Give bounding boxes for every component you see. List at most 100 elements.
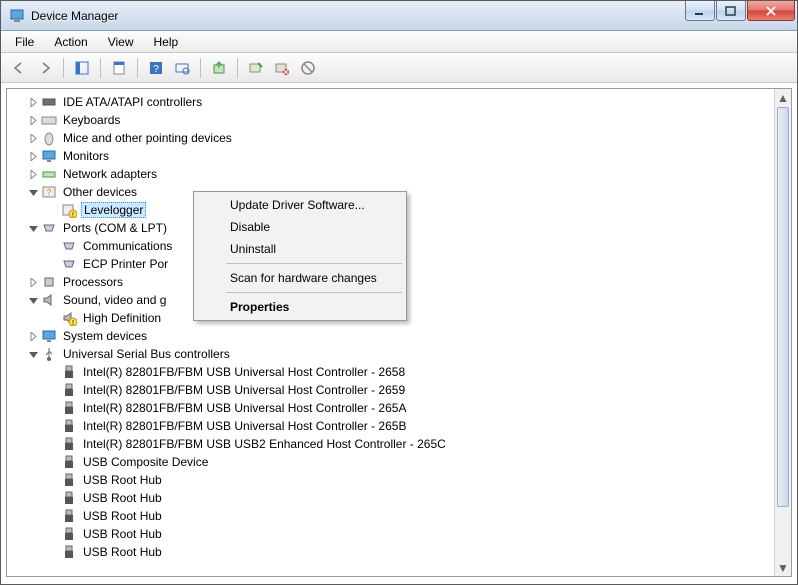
tree-node-ide[interactable]: IDE ATA/ATAPI controllers — [7, 93, 773, 111]
tree-label: Network adapters — [61, 167, 159, 181]
tree-label: Levelogger — [81, 202, 146, 218]
tree-label: USB Root Hub — [81, 509, 164, 523]
port-icon — [61, 238, 77, 254]
maximize-button[interactable] — [716, 1, 746, 21]
tree-label: Communications — [81, 239, 174, 253]
tree-label: IDE ATA/ATAPI controllers — [61, 95, 204, 109]
svg-text:!: ! — [72, 212, 74, 218]
enable-button[interactable] — [244, 56, 268, 80]
content-frame: IDE ATA/ATAPI controllers Keyboards Mice… — [6, 88, 792, 577]
expander-icon[interactable] — [27, 150, 39, 162]
uninstall-button[interactable] — [270, 56, 294, 80]
expander-expanded-icon[interactable] — [27, 348, 39, 360]
tree-label: ECP Printer Por — [81, 257, 170, 271]
expander-expanded-icon[interactable] — [27, 222, 39, 234]
other-devices-icon: ? — [41, 184, 57, 200]
tree-node-usb-child[interactable]: Intel(R) 82801FB/FBM USB Universal Host … — [7, 363, 773, 381]
tree-label: Mice and other pointing devices — [61, 131, 234, 145]
tree-label: USB Root Hub — [81, 473, 164, 487]
tree-label: USB Composite Device — [81, 455, 210, 469]
tree-node-usb-child[interactable]: USB Root Hub — [7, 543, 773, 561]
tree-label: USB Root Hub — [81, 527, 164, 541]
tree-node-usb[interactable]: Universal Serial Bus controllers — [7, 345, 773, 363]
update-driver-button[interactable] — [207, 56, 231, 80]
context-separator — [226, 263, 402, 264]
vertical-scrollbar[interactable]: ▲ ▼ — [774, 89, 791, 576]
usb-device-icon — [61, 490, 77, 506]
device-tree[interactable]: IDE ATA/ATAPI controllers Keyboards Mice… — [7, 89, 773, 576]
tree-label: Processors — [61, 275, 125, 289]
controller-icon — [41, 94, 57, 110]
tree-label: Intel(R) 82801FB/FBM USB Universal Host … — [81, 383, 407, 397]
context-disable[interactable]: Disable — [196, 216, 404, 238]
context-separator — [226, 292, 402, 293]
usb-device-icon — [61, 526, 77, 542]
minimize-button[interactable] — [685, 1, 715, 21]
tree-node-network[interactable]: Network adapters — [7, 165, 773, 183]
back-button[interactable] — [7, 56, 31, 80]
tree-node-usb-child[interactable]: Intel(R) 82801FB/FBM USB USB2 Enhanced H… — [7, 435, 773, 453]
tree-node-keyboards[interactable]: Keyboards — [7, 111, 773, 129]
usb-device-icon — [61, 454, 77, 470]
tree-label: High Definition — [81, 311, 163, 325]
expander-expanded-icon[interactable] — [27, 186, 39, 198]
processor-icon — [41, 274, 57, 290]
tree-node-usb-child[interactable]: Intel(R) 82801FB/FBM USB Universal Host … — [7, 399, 773, 417]
menu-view[interactable]: View — [98, 33, 144, 51]
expander-icon[interactable] — [27, 168, 39, 180]
svg-text:!: ! — [72, 320, 74, 326]
tree-node-usb-child[interactable]: Intel(R) 82801FB/FBM USB Universal Host … — [7, 417, 773, 435]
svg-text:?: ? — [153, 64, 159, 75]
tree-node-usb-child[interactable]: USB Root Hub — [7, 471, 773, 489]
expander-icon[interactable] — [27, 276, 39, 288]
menu-file[interactable]: File — [5, 33, 44, 51]
expander-icon[interactable] — [27, 114, 39, 126]
scan-hardware-button[interactable] — [170, 56, 194, 80]
keyboard-icon — [41, 112, 57, 128]
tree-label: Intel(R) 82801FB/FBM USB Universal Host … — [81, 419, 408, 433]
scroll-thumb[interactable] — [777, 107, 789, 507]
context-update-driver[interactable]: Update Driver Software... — [196, 194, 404, 216]
forward-button[interactable] — [33, 56, 57, 80]
menu-help[interactable]: Help — [144, 33, 189, 51]
help-button[interactable]: ? — [144, 56, 168, 80]
usb-device-icon — [61, 364, 77, 380]
tree-label: USB Root Hub — [81, 491, 164, 505]
tree-node-mice[interactable]: Mice and other pointing devices — [7, 129, 773, 147]
tree-node-usb-child[interactable]: USB Root Hub — [7, 489, 773, 507]
usb-device-icon — [61, 508, 77, 524]
usb-device-icon — [61, 400, 77, 416]
svg-text:?: ? — [47, 188, 52, 197]
tree-node-usb-child[interactable]: USB Composite Device — [7, 453, 773, 471]
tree-label: Universal Serial Bus controllers — [61, 347, 232, 361]
expander-icon[interactable] — [27, 96, 39, 108]
tree-node-usb-child[interactable]: Intel(R) 82801FB/FBM USB Universal Host … — [7, 381, 773, 399]
properties-button[interactable] — [107, 56, 131, 80]
unknown-device-icon: ! — [61, 202, 77, 218]
scroll-down-arrow[interactable]: ▼ — [775, 559, 791, 576]
expander-expanded-icon[interactable] — [27, 294, 39, 306]
menu-bar: File Action View Help — [1, 31, 797, 53]
close-button[interactable] — [747, 1, 795, 21]
expander-icon[interactable] — [27, 330, 39, 342]
tree-label: Other devices — [61, 185, 139, 199]
usb-device-icon — [61, 544, 77, 560]
disable-button[interactable] — [296, 56, 320, 80]
sound-warning-icon: ! — [61, 310, 77, 326]
menu-action[interactable]: Action — [44, 33, 97, 51]
context-scan[interactable]: Scan for hardware changes — [196, 267, 404, 289]
tree-node-usb-child[interactable]: USB Root Hub — [7, 525, 773, 543]
title-bar: Device Manager — [1, 1, 797, 31]
tree-node-system[interactable]: System devices — [7, 327, 773, 345]
context-menu: Update Driver Software... Disable Uninst… — [193, 191, 407, 321]
context-uninstall[interactable]: Uninstall — [196, 238, 404, 260]
tree-label: Monitors — [61, 149, 111, 163]
show-hide-tree-button[interactable] — [70, 56, 94, 80]
tree-label: Intel(R) 82801FB/FBM USB Universal Host … — [81, 401, 408, 415]
network-icon — [41, 166, 57, 182]
scroll-up-arrow[interactable]: ▲ — [775, 89, 791, 106]
context-properties[interactable]: Properties — [196, 296, 404, 318]
tree-node-usb-child[interactable]: USB Root Hub — [7, 507, 773, 525]
expander-icon[interactable] — [27, 132, 39, 144]
tree-node-monitors[interactable]: Monitors — [7, 147, 773, 165]
